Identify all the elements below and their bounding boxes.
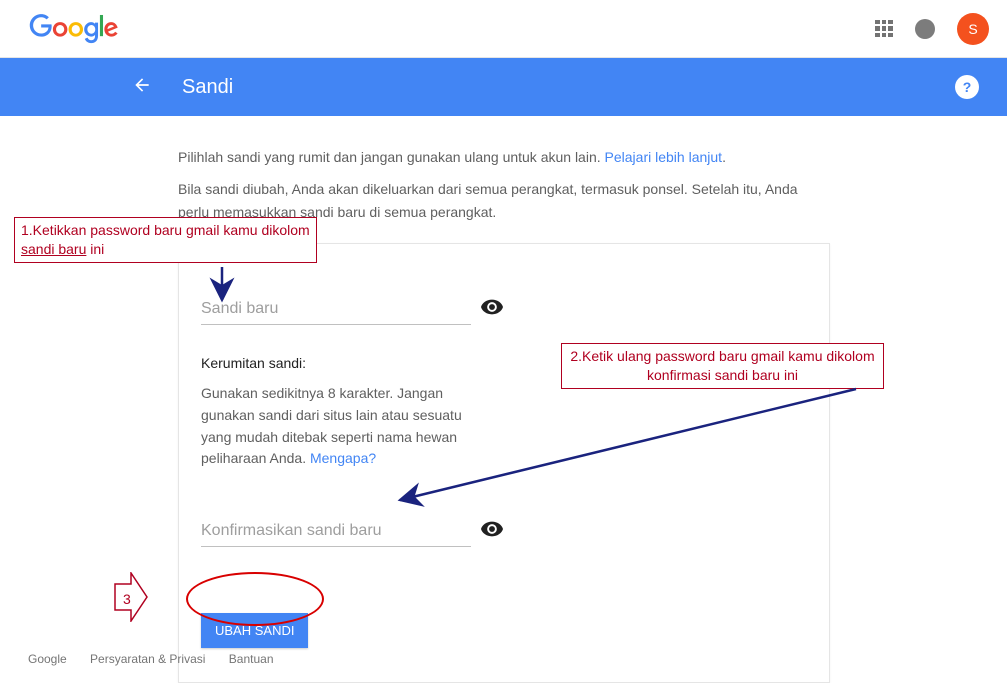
learn-more-link[interactable]: Pelajari lebih lanjut: [605, 149, 723, 165]
footer-terms-link[interactable]: Persyaratan & Privasi: [90, 652, 205, 666]
change-password-button[interactable]: UBAH SANDI: [201, 613, 308, 648]
help-icon[interactable]: ?: [955, 75, 979, 99]
page-title: Sandi: [182, 76, 233, 99]
annotation-1-underline: sandi baru: [21, 241, 86, 257]
avatar[interactable]: S: [957, 13, 989, 45]
intro-text-1b: .: [722, 149, 726, 165]
annotation-1-pre: 1.Ketikkan password baru gmail kamu diko…: [21, 222, 310, 238]
google-logo[interactable]: [28, 14, 120, 44]
notifications-icon[interactable]: [915, 19, 935, 39]
why-link[interactable]: Mengapa?: [310, 450, 376, 466]
annotation-1: 1.Ketikkan password baru gmail kamu diko…: [14, 217, 317, 263]
annotation-2: 2.Ketik ulang password baru gmail kamu d…: [561, 343, 884, 389]
confirm-password-row: [201, 516, 501, 547]
annotation-3-label: 3: [123, 591, 131, 607]
blue-header: Sandi ?: [0, 58, 1007, 116]
top-right-controls: S: [875, 13, 989, 45]
show-password-icon[interactable]: [481, 299, 503, 320]
footer-help-link[interactable]: Bantuan: [229, 652, 274, 666]
show-confirm-password-icon[interactable]: [481, 521, 503, 542]
intro-text-1a: Pilihlah sandi yang rumit dan jangan gun…: [178, 149, 605, 165]
blue-header-left: Sandi: [132, 75, 233, 100]
annotation-1-post: ini: [86, 241, 104, 257]
password-card: Kerumitan sandi: Gunakan sedikitnya 8 ka…: [178, 243, 830, 683]
footer: Google Persyaratan & Privasi Bantuan: [28, 652, 294, 666]
annotation-3-arrow-shape: [114, 572, 148, 627]
intro-line-1: Pilihlah sandi yang rumit dan jangan gun…: [178, 146, 830, 168]
apps-icon[interactable]: [875, 20, 893, 38]
footer-google-link[interactable]: Google: [28, 652, 67, 666]
confirm-password-input[interactable]: [201, 516, 471, 547]
back-arrow-icon[interactable]: [132, 75, 152, 100]
new-password-row: [201, 294, 501, 325]
new-password-input[interactable]: [201, 294, 471, 325]
strength-description: Gunakan sedikitnya 8 karakter. Jangan gu…: [201, 383, 491, 470]
top-bar: S: [0, 0, 1007, 58]
